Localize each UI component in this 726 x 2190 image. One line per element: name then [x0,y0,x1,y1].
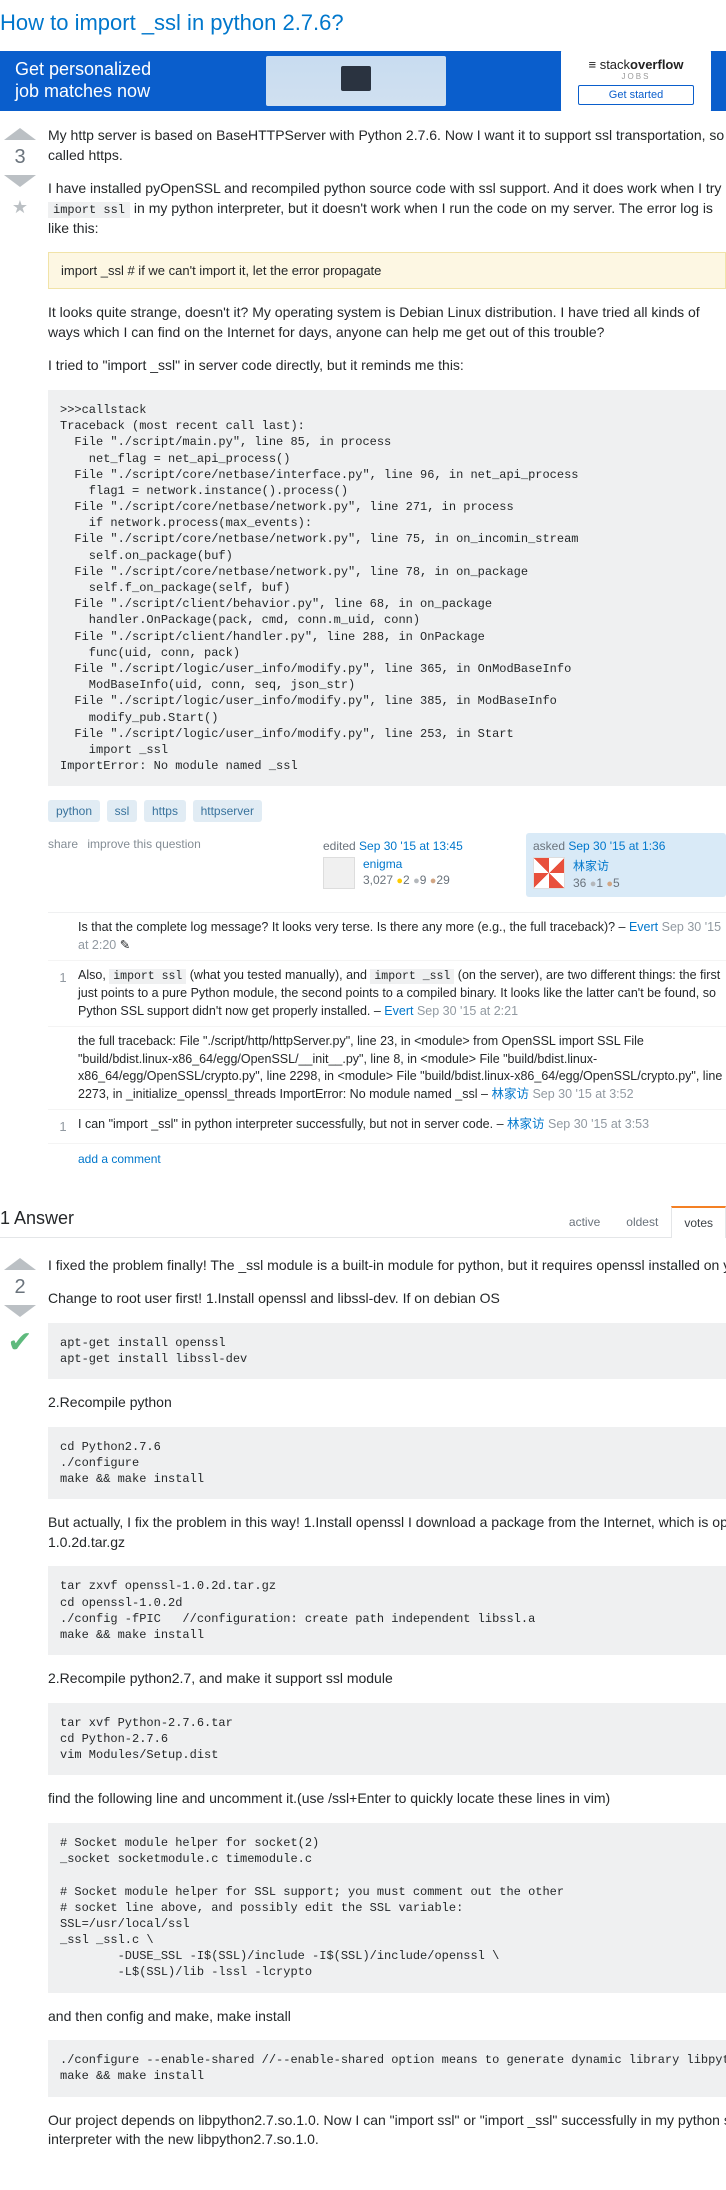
comments-list: Is that the complete log message? It loo… [48,912,726,1143]
code-block: # Socket module helper for socket(2) _so… [48,1823,726,1993]
tag-list: python ssl https httpserver [48,800,726,822]
comment: 1 I can "import _ssl" in python interpre… [48,1110,726,1143]
comment-user-link[interactable]: 林家访 [491,1087,529,1101]
paragraph: Change to root user first! 1.Install ope… [48,1289,726,1309]
question-vote-column: 3 ★ [0,126,40,1181]
code-block: >>>callstack Traceback (most recent call… [48,390,726,786]
code-block: cd Python2.7.6 ./configure make && make … [48,1427,726,1500]
accepted-checkmark-icon[interactable]: ✔ [0,1325,40,1360]
banner-headline: Get personalized job matches now [15,59,151,102]
user-rep: 3,027 2 9 29 [363,873,450,887]
paragraph: Our project depends on libpython2.7.so.1… [48,2111,726,2150]
asked-time-link[interactable]: Sep 30 '15 at 1:36 [568,839,665,853]
comment-user-link[interactable]: 林家访 [507,1117,545,1131]
question-title-link[interactable]: How to import _ssl in python 2.7.6? [0,10,344,35]
code-block[interactable]: ./configure --enable-shared //--enable-s… [48,2040,726,2096]
comment: 1 Also, import ssl (what you tested manu… [48,961,726,1027]
sort-tabs: active oldest votes [556,1206,726,1237]
paragraph: I tried to "import _ssl" in server code … [48,356,726,376]
paragraph: 2.Recompile python [48,1393,726,1413]
downvote-button[interactable] [4,1305,36,1317]
answers-count: 1 Answer [0,1208,74,1237]
vote-count: 2 [0,1276,40,1299]
avatar[interactable] [533,857,565,889]
answers-header: 1 Answer active oldest votes [0,1206,726,1238]
comment: the full traceback: File "./script/http/… [48,1027,726,1110]
tag[interactable]: httpserver [193,800,262,822]
answer-vote-column: 2 ✔ [0,1256,40,2164]
comment-score: 1 [48,1116,78,1136]
silver-badge-icon [413,875,420,887]
editor-signature: edited Sep 30 '15 at 13:45 enigma 3,027 … [316,833,516,897]
paragraph: It looks quite strange, doesn't it? My o… [48,303,726,342]
paragraph: I fixed the problem finally! The _ssl mo… [48,1256,726,1276]
avatar[interactable] [323,857,355,889]
code-block: apt-get install openssl apt-get install … [48,1323,726,1379]
comment: Is that the complete log message? It loo… [48,913,726,961]
get-started-button[interactable]: Get started [578,85,694,105]
tag[interactable]: https [144,800,186,822]
downvote-button[interactable] [4,175,36,187]
question-title: How to import _ssl in python 2.7.6? [0,10,726,36]
edit-time-link[interactable]: Sep 30 '15 at 13:45 [359,839,463,853]
tab-votes[interactable]: votes [671,1206,726,1238]
tab-oldest[interactable]: oldest [613,1206,671,1238]
upvote-button[interactable] [4,1258,36,1270]
favorite-star[interactable]: ★ [0,197,40,218]
user-rep: 36 1 5 [573,876,620,890]
inline-code: import ssl [48,202,130,218]
upvote-button[interactable] [4,128,36,140]
user-link[interactable]: enigma [363,857,402,871]
paragraph: find the following line and uncomment it… [48,1789,726,1809]
tab-active[interactable]: active [556,1206,613,1238]
comment-user-link[interactable]: Evert [384,1004,413,1018]
share-link[interactable]: share [48,837,78,851]
comment-user-link[interactable]: Evert [629,920,658,934]
banner-cta-box: ≡ stackoverflow JOBS Get started [561,49,711,113]
answer-body: I fixed the problem finally! The _ssl mo… [48,1256,726,2150]
asker-signature: asked Sep 30 '15 at 1:36 林家访 36 1 5 [526,833,726,897]
banner-illustration [266,56,446,106]
inline-code: import ssl [109,969,186,984]
paragraph: But actually, I fix the problem in this … [48,1513,726,1552]
code-block: tar xvf Python-2.7.6.tar cd Python-2.7.6… [48,1703,726,1776]
comment-score [48,919,78,954]
comment-score: 1 [48,967,78,1020]
inline-code: import _ssl [370,969,454,984]
comment-date: Sep 30 '15 at 3:53 [548,1117,649,1131]
tag[interactable]: python [48,800,100,822]
question-body: My http server is based on BaseHTTPServe… [48,126,726,1181]
comment-score [48,1033,78,1103]
improve-link[interactable]: improve this question [87,837,200,851]
vote-count: 3 [0,146,40,169]
tag[interactable]: ssl [107,800,138,822]
code-block: tar zxvf openssl-1.0.2d.tar.gz cd openss… [48,1566,726,1655]
paragraph: and then config and make, make install [48,2007,726,2027]
comment-date: Sep 30 '15 at 3:52 [532,1087,633,1101]
blockquote: import _ssl # if we can't import it, let… [48,252,726,289]
paragraph: I have installed pyOpenSSL and recompile… [48,179,726,238]
paragraph: My http server is based on BaseHTTPServe… [48,126,726,165]
comment-date: Sep 30 '15 at 2:21 [417,1004,518,1018]
add-comment-link[interactable]: add a comment [78,1152,161,1166]
stackoverflow-logo: ≡ stackoverflow [573,57,699,72]
jobs-label: JOBS [573,72,699,81]
pencil-icon: ✎ [120,938,130,952]
paragraph: 2.Recompile python2.7, and make it suppo… [48,1669,726,1689]
user-link[interactable]: 林家访 [573,859,609,873]
job-banner[interactable]: Get personalized job matches now ≡ stack… [0,51,726,111]
